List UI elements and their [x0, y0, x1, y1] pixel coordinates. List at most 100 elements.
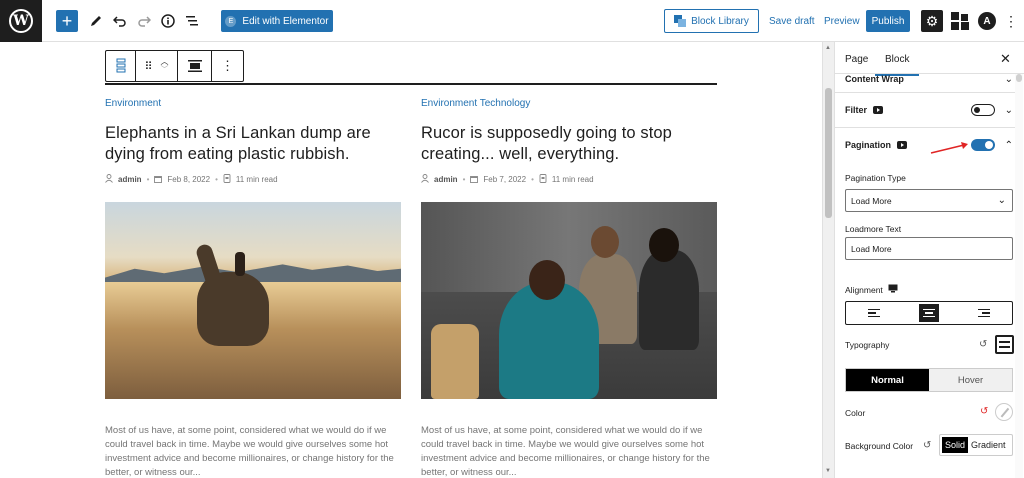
section-pagination[interactable]: Pagination ⌃ [845, 137, 1013, 153]
filter-toggle[interactable] [971, 104, 995, 116]
close-icon[interactable]: ✕ [1000, 51, 1011, 67]
typography-settings-button[interactable] [995, 335, 1014, 354]
reset-icon[interactable]: ↺ [923, 440, 931, 451]
align-center-icon [922, 308, 935, 318]
color-picker-swatch[interactable] [995, 403, 1013, 421]
color-label: Color [845, 408, 866, 418]
tab-hover[interactable]: Hover [929, 369, 1012, 391]
settings-sidebar: Page Block ✕ Content Wrap ⌄ Filter ⌄ Pag… [834, 42, 1024, 478]
move-up-down-icon[interactable]: ︿ ﹀ [161, 58, 169, 74]
background-color-label: Background Color [845, 441, 914, 451]
meta-separator: • [462, 175, 466, 184]
reset-color-icon[interactable]: ↺ [980, 406, 988, 417]
align-right-icon [978, 308, 991, 318]
calendar-icon [154, 175, 163, 185]
section-content-wrap[interactable]: Content Wrap ⌄ [845, 72, 1013, 86]
canvas-scrollbar-thumb[interactable] [825, 88, 832, 218]
tab-block[interactable]: Block [874, 54, 921, 76]
editor-top-toolbar: W + E Edit with Elementor Block Library … [0, 0, 1024, 42]
astra-logo-icon[interactable]: A [978, 12, 996, 30]
post-category-link[interactable]: Environment [105, 98, 401, 109]
pagination-type-label: Pagination Type [845, 173, 906, 183]
chevron-down-icon: ⌄ [1004, 73, 1013, 85]
save-draft-button[interactable]: Save draft [769, 16, 815, 27]
editor-canvas: ⠿ ︿ ﹀ ⋮ Environment Elephants in a Sri La… [0, 42, 822, 478]
drag-handle-icon[interactable]: ⠿ [144, 60, 152, 73]
meta-separator: • [531, 175, 534, 184]
align-full-width-icon[interactable] [178, 51, 212, 81]
undo-icon[interactable] [110, 10, 130, 32]
more-options-icon[interactable]: ⋮ [1004, 13, 1018, 30]
settings-gear-icon[interactable]: ⚙ [921, 10, 943, 32]
canvas-scrollbar[interactable]: ▲ ▼ [822, 42, 834, 478]
bg-solid-option[interactable]: Solid [942, 437, 969, 453]
block-top-divider [105, 83, 717, 85]
pagination-toggle[interactable] [971, 139, 995, 151]
post-featured-image[interactable] [105, 202, 401, 399]
post-title[interactable]: Rucor is supposedly going to stop creati… [421, 123, 717, 165]
pagination-type-value: Load More [851, 195, 892, 206]
align-right-button[interactable] [957, 302, 1012, 324]
block-options-icon[interactable]: ⋮ [212, 51, 243, 81]
post-date: Feb 8, 2022 [167, 175, 211, 184]
pagination-type-select[interactable]: Load More ⌄ [845, 189, 1013, 212]
typography-label: Typography [845, 340, 890, 350]
post-author[interactable]: admin [434, 175, 458, 184]
post-meta: admin • Feb 8, 2022 • 11 min read [105, 174, 401, 185]
scroll-up-arrow-icon[interactable]: ▲ [825, 45, 833, 51]
section-filter[interactable]: Filter ⌄ [845, 102, 1013, 118]
post-author[interactable]: admin [118, 175, 142, 184]
post-featured-image[interactable] [421, 202, 717, 399]
post-card: Environment Technology Rucor is supposed… [421, 98, 717, 478]
annotation-arrow-icon [930, 142, 968, 154]
desktop-device-icon[interactable] [888, 284, 898, 295]
preview-button[interactable]: Preview [824, 16, 860, 27]
background-type-toggle: Solid Gradient [939, 434, 1013, 456]
edit-with-elementor-button[interactable]: E Edit with Elementor [221, 10, 333, 32]
bg-gradient-option[interactable]: Gradient [968, 437, 1009, 453]
tab-normal[interactable]: Normal [846, 369, 929, 391]
tab-page[interactable]: Page [845, 54, 868, 65]
elementor-icon: E [225, 15, 237, 27]
clock-icon [223, 174, 231, 185]
video-tutorial-icon[interactable] [873, 106, 884, 114]
info-icon[interactable] [158, 10, 178, 32]
post-read-time: 11 min read [551, 175, 594, 184]
sidebar-scrollbar[interactable] [1015, 74, 1023, 478]
meta-separator: • [146, 175, 150, 184]
block-library-button[interactable]: Block Library [664, 9, 759, 33]
chevron-down-icon: ⌄ [1004, 104, 1013, 116]
block-type-icon[interactable] [106, 51, 136, 81]
wordpress-logo-icon[interactable]: W [0, 0, 42, 42]
meta-separator: • [215, 175, 218, 184]
sidebar-tabs: Page Block ✕ [835, 42, 1024, 76]
section-divider [835, 92, 1015, 93]
publish-button[interactable]: Publish [866, 10, 910, 32]
user-icon [421, 174, 429, 185]
align-left-button[interactable] [846, 302, 901, 324]
add-block-button[interactable]: + [56, 10, 78, 32]
redo-icon[interactable] [134, 10, 154, 32]
align-center-button[interactable] [901, 302, 956, 324]
post-category-link[interactable]: Environment Technology [421, 98, 717, 109]
block-library-label: Block Library [691, 15, 749, 27]
blocks-grid-icon[interactable] [951, 12, 969, 30]
alignment-label-row: Alignment [845, 284, 898, 295]
align-left-icon [867, 308, 880, 318]
section-divider [835, 127, 1015, 128]
section-pagination-label: Pagination [845, 140, 892, 150]
state-tabs: Normal Hover [845, 368, 1013, 392]
video-tutorial-icon[interactable] [897, 141, 908, 149]
scroll-down-arrow-icon[interactable]: ▼ [825, 468, 833, 474]
section-content-wrap-label: Content Wrap [845, 74, 904, 84]
loadmore-text-input[interactable]: Load More [845, 237, 1013, 260]
section-filter-label: Filter [845, 105, 868, 115]
alignment-label: Alignment [845, 284, 883, 295]
sidebar-scrollbar-thumb[interactable] [1016, 74, 1022, 82]
pencil-icon[interactable] [86, 10, 106, 32]
calendar-icon [470, 175, 479, 185]
post-title[interactable]: Elephants in a Sri Lankan dump are dying… [105, 123, 401, 165]
list-view-icon[interactable] [182, 10, 202, 32]
post-meta: admin • Feb 7, 2022 • 11 min read [421, 174, 717, 185]
reset-icon[interactable]: ↺ [979, 339, 987, 350]
